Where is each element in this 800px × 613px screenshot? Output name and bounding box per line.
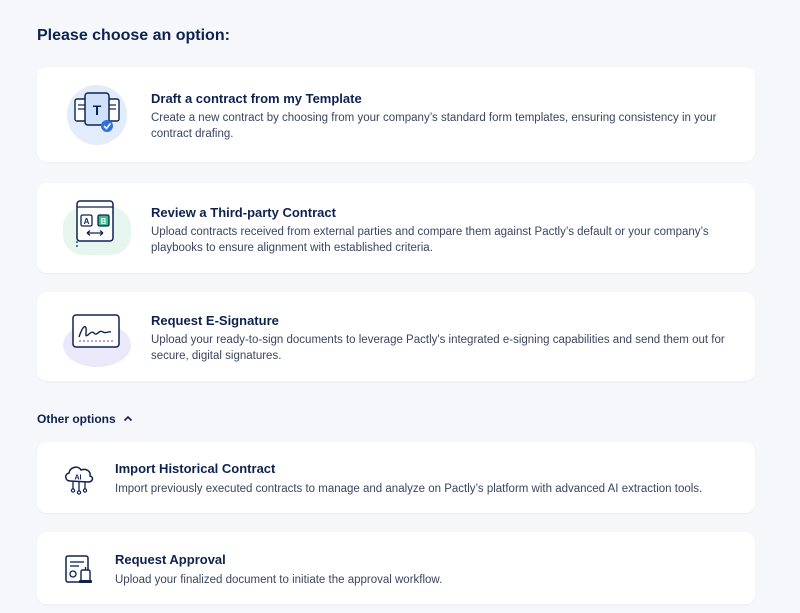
option-description: Create a new contract by choosing from y… (151, 112, 717, 140)
option-description: Upload your finalized document to initia… (115, 574, 443, 586)
other-options-toggle[interactable]: Other options (37, 412, 133, 426)
option-card-draft-from-template[interactable]: T Draft a contract from my Template Crea… (37, 67, 755, 162)
option-card-request-approval[interactable]: Request Approval Upload your finalized d… (37, 532, 755, 604)
option-title: Review a Third-party Contract (151, 205, 336, 220)
option-title: Request E-Signature (151, 313, 279, 328)
svg-text:T: T (93, 102, 102, 118)
option-title: Draft a contract from my Template (151, 91, 362, 106)
page-title: Please choose an option: (37, 27, 230, 44)
approval-document-icon (65, 555, 92, 583)
ai-icon-text: AI (75, 475, 82, 482)
compare-documents-icon: A B (63, 200, 131, 255)
signature-icon (63, 314, 131, 367)
chevron-up-icon (123, 415, 132, 422)
other-options-label: Other options (37, 412, 116, 426)
option-description: Upload your ready-to-sign documents to l… (151, 334, 725, 362)
ai-cloud-icon: AI (65, 466, 94, 495)
option-title: Request Approval (115, 552, 226, 567)
template-document-icon: T (67, 85, 127, 145)
option-description: Upload contracts received from external … (151, 226, 709, 254)
option-card-review-third-party[interactable]: A B Review a Third-party Contract Upload… (37, 183, 755, 273)
svg-text:B: B (101, 217, 107, 226)
option-card-request-esignature[interactable]: Request E-Signature Upload your ready-to… (37, 292, 755, 381)
svg-text:A: A (84, 217, 90, 226)
option-description: Import previously executed contracts to … (115, 483, 703, 495)
option-card-import-historical[interactable]: AI Import Historical Contract Import pre… (37, 442, 755, 513)
option-title: Import Historical Contract (115, 461, 276, 476)
